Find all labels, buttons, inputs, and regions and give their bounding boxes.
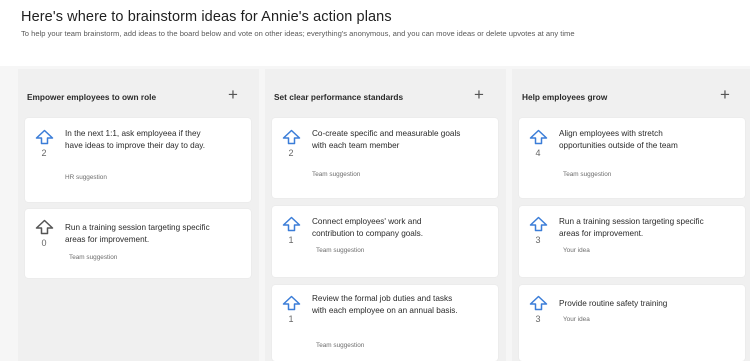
add-idea-button[interactable]: + bbox=[716, 85, 734, 103]
idea-source: Your idea bbox=[563, 247, 590, 254]
idea-card[interactable]: 0 Run a training session targeting speci… bbox=[25, 209, 251, 278]
idea-text: Review the formal job duties and tasks w… bbox=[312, 294, 458, 315]
upvote-control[interactable]: 2 bbox=[281, 129, 301, 158]
idea-source: Team suggestion bbox=[316, 342, 365, 349]
idea-source: HR suggestion bbox=[65, 174, 107, 181]
idea-text: Connect employees' work and contribution… bbox=[312, 217, 424, 238]
idea-text: Run a training session targeting specifi… bbox=[559, 217, 704, 238]
upvote-control[interactable]: 3 bbox=[528, 295, 548, 324]
upvote-control[interactable]: 4 bbox=[528, 129, 548, 158]
idea-source: Team suggestion bbox=[69, 254, 118, 261]
idea-text: Provide routine safety training bbox=[559, 299, 668, 308]
idea-card[interactable]: 2 Co-create specific and measurable goal… bbox=[272, 118, 498, 198]
column-title: Empower employees to own role bbox=[27, 92, 157, 102]
upvote-control[interactable]: 0 bbox=[34, 219, 54, 248]
idea-card[interactable]: 3 Provide routine safety training Your i… bbox=[519, 285, 745, 361]
page-title: Here's where to brainstorm ideas for Ann… bbox=[21, 9, 392, 25]
upvote-arrow-icon[interactable] bbox=[35, 219, 54, 235]
upvote-control[interactable]: 2 bbox=[34, 129, 54, 158]
idea-card[interactable]: 3 Run a training session targeting speci… bbox=[519, 206, 745, 277]
idea-card[interactable]: 4 Align employees with stretch opportuni… bbox=[519, 118, 745, 198]
idea-card[interactable]: 1 Review the formal job duties and tasks… bbox=[272, 285, 498, 361]
idea-text: Co-create specific and measurable goals … bbox=[312, 129, 461, 150]
idea-text: Run a training session targeting specifi… bbox=[65, 223, 210, 244]
upvote-control[interactable]: 1 bbox=[281, 216, 301, 245]
column-header: Empower employees to own role + bbox=[18, 69, 259, 119]
idea-text: In the next 1:1, ask employeea if they h… bbox=[65, 129, 206, 150]
vote-count: 2 bbox=[41, 148, 47, 158]
vote-count: 1 bbox=[288, 235, 294, 245]
idea-source: Team suggestion bbox=[316, 247, 365, 254]
page-header: Here's where to brainstorm ideas for Ann… bbox=[21, 8, 721, 39]
vote-count: 0 bbox=[41, 238, 47, 248]
upvote-arrow-icon[interactable] bbox=[529, 295, 548, 311]
vote-count: 3 bbox=[535, 235, 541, 245]
upvote-arrow-icon[interactable] bbox=[282, 129, 301, 145]
idea-source: Your idea bbox=[563, 316, 590, 323]
add-idea-button[interactable]: + bbox=[470, 85, 488, 103]
column-help-employees-grow: Help employees grow + 4 Align employees … bbox=[512, 69, 750, 361]
idea-source: Team suggestion bbox=[312, 171, 361, 178]
idea-text: Align employees with stretch opportuniti… bbox=[559, 129, 678, 150]
column-header: Help employees grow + bbox=[512, 69, 750, 119]
column-title: Help employees grow bbox=[522, 92, 608, 102]
upvote-arrow-icon[interactable] bbox=[529, 129, 548, 145]
idea-source: Team suggestion bbox=[563, 171, 612, 178]
add-idea-button[interactable]: + bbox=[224, 85, 242, 103]
column-title: Set clear performance standards bbox=[274, 92, 404, 102]
idea-card[interactable]: 2 In the next 1:1, ask employeea if they… bbox=[25, 118, 251, 202]
vote-count: 1 bbox=[288, 314, 294, 324]
upvote-arrow-icon[interactable] bbox=[282, 216, 301, 232]
vote-count: 4 bbox=[535, 148, 541, 158]
idea-card[interactable]: 1 Connect employees' work and contributi… bbox=[272, 206, 498, 277]
column-empower-employees: Empower employees to own role + 2 In the… bbox=[18, 69, 259, 361]
page-subtitle: To help your team brainstorm, add ideas … bbox=[21, 29, 575, 38]
upvote-arrow-icon[interactable] bbox=[35, 129, 54, 145]
upvote-arrow-icon[interactable] bbox=[529, 216, 548, 232]
idea-board: Empower employees to own role + 2 In the… bbox=[0, 66, 750, 361]
vote-count: 2 bbox=[288, 148, 294, 158]
upvote-control[interactable]: 3 bbox=[528, 216, 548, 245]
column-header: Set clear performance standards + bbox=[265, 69, 506, 119]
upvote-arrow-icon[interactable] bbox=[282, 295, 301, 311]
upvote-control[interactable]: 1 bbox=[281, 295, 301, 324]
vote-count: 3 bbox=[535, 314, 541, 324]
column-performance-standards: Set clear performance standards + 2 Co-c… bbox=[265, 69, 506, 361]
